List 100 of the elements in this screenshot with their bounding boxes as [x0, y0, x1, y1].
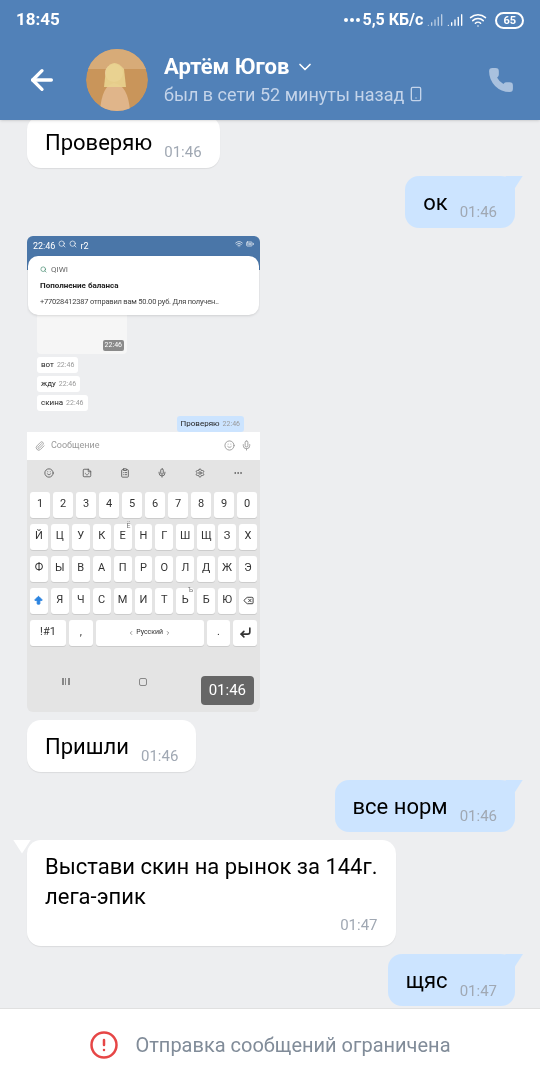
- keyboard-key[interactable]: Ч: [71, 587, 90, 614]
- wifi-icon: [469, 11, 488, 29]
- keyboard-key[interactable]: Ю: [218, 587, 237, 614]
- settings-icon[interactable]: [195, 467, 206, 478]
- keyboard-key[interactable]: У: [71, 523, 90, 550]
- keyboard-key[interactable]: Ц: [50, 523, 69, 550]
- inner-message-text: жду: [41, 377, 56, 390]
- keyboard-key[interactable]: 5: [122, 491, 142, 518]
- message-text: Проверяю: [45, 128, 153, 157]
- message-text: Пришли: [45, 732, 129, 761]
- keyboard-key[interactable]: М: [113, 587, 132, 614]
- keyboard-key[interactable]: Ш: [176, 523, 195, 550]
- message-text: все норм: [352, 792, 448, 821]
- search-icon: [69, 239, 78, 248]
- keyboard-key[interactable]: К: [92, 523, 111, 550]
- contact-name: Артём Югов: [164, 52, 290, 81]
- keyboard-key[interactable]: Ф: [30, 555, 48, 582]
- keyboard-key[interactable]: Э: [239, 555, 257, 582]
- keyboard-key[interactable]: 4: [99, 491, 119, 518]
- inner-message-text: Проверяю: [180, 417, 220, 430]
- keyboard-key[interactable]: З: [218, 523, 237, 550]
- backspace-icon: [242, 595, 254, 606]
- microphone-icon[interactable]: [157, 467, 168, 478]
- keyboard-key[interactable]: Ы: [50, 555, 69, 582]
- enter-icon: [238, 626, 252, 639]
- restriction-notice: Отправка сообщений ограничена: [135, 1031, 451, 1059]
- keyboard-key[interactable]: 8: [191, 491, 211, 518]
- keyboard-key[interactable]: Г: [155, 523, 174, 550]
- keyboard-key[interactable]: 0: [237, 491, 257, 518]
- keyboard-key[interactable]: 1: [30, 491, 50, 518]
- keyboard-key[interactable]: Б: [197, 587, 216, 614]
- signal-icon: [427, 12, 444, 28]
- keyboard-key[interactable]: Н: [134, 523, 153, 550]
- keyboard-key[interactable]: Т: [155, 587, 174, 614]
- battery-level: 65: [495, 11, 524, 29]
- caret-left-icon: [128, 629, 135, 636]
- keyboard-key[interactable]: 7: [168, 491, 188, 518]
- message-time: 01:46: [140, 746, 179, 767]
- recent-apps-icon[interactable]: [61, 678, 70, 685]
- keyboard-key[interactable]: .: [206, 619, 231, 646]
- emoji-icon: [224, 440, 235, 451]
- inner-status-label: r2: [80, 239, 89, 253]
- alert-icon: [89, 1029, 120, 1060]
- message-time: 01:46: [459, 202, 497, 223]
- keyboard-key[interactable]: Ж: [218, 555, 237, 582]
- enter-key[interactable]: [233, 619, 257, 646]
- keyboard-key[interactable]: А: [92, 555, 111, 582]
- home-icon[interactable]: [139, 677, 148, 686]
- keyboard-key[interactable]: Й: [30, 523, 48, 550]
- input-placeholder: Сообщение: [51, 438, 101, 452]
- notification-app: QIWI: [51, 263, 68, 276]
- sticker-icon[interactable]: [81, 467, 92, 478]
- clipboard-icon[interactable]: [119, 467, 130, 478]
- keyboard-key[interactable]: Х: [239, 523, 257, 550]
- image-time: 01:46: [200, 676, 254, 705]
- paperclip-icon: [35, 440, 45, 451]
- keyboard-key[interactable]: Щ: [197, 523, 216, 550]
- notification-title: Пополнение баланса: [40, 279, 120, 292]
- app-icon: [40, 266, 47, 273]
- wifi-icon: [235, 239, 243, 248]
- shift-key[interactable]: [30, 587, 48, 614]
- keyboard-key[interactable]: Д: [197, 555, 216, 582]
- battery-icon: [246, 239, 254, 248]
- keyboard-key[interactable]: Я: [50, 587, 69, 614]
- keyboard-key[interactable]: 3: [76, 491, 96, 518]
- inner-status-time: 22:46: [33, 239, 56, 253]
- inner-message-text: скина: [41, 396, 64, 409]
- last-seen-status: был в сети 52 минуты назад: [164, 82, 405, 107]
- message-text: Выстави скин на рынок за 144г. лега-эпик: [45, 852, 378, 911]
- emoji-icon[interactable]: [43, 467, 54, 478]
- search-icon: [58, 239, 67, 248]
- keyboard-key[interactable]: 6: [145, 491, 165, 518]
- keyboard-key[interactable]: Л: [176, 555, 195, 582]
- message-text: щяс: [405, 967, 448, 995]
- message-time: 01:47: [459, 980, 497, 1002]
- keyboard-key[interactable]: 9: [214, 491, 234, 518]
- screenshot-image[interactable]: [27, 235, 260, 712]
- keyboard-key[interactable]: В: [71, 555, 90, 582]
- keyboard-key[interactable]: И: [134, 587, 153, 614]
- shift-icon: [33, 595, 45, 606]
- signal-icon: [447, 12, 464, 28]
- message-text: ок: [423, 188, 448, 217]
- keyboard-key[interactable]: Р: [134, 555, 153, 582]
- message-time: 01:46: [459, 806, 497, 827]
- keyboard-key[interactable]: ,: [69, 619, 93, 646]
- keyboard-key[interactable]: 2: [53, 491, 73, 518]
- call-icon[interactable]: [488, 67, 514, 93]
- more-notifications-icon: [344, 18, 361, 22]
- inner-message-text: вот: [41, 358, 54, 371]
- caret-right-icon: [165, 629, 172, 636]
- avatar[interactable]: [86, 49, 148, 111]
- mode-key[interactable]: !#1: [30, 619, 66, 646]
- network-speed: 5,5 КБ/с: [362, 9, 424, 31]
- message-time: 01:47: [340, 914, 378, 936]
- keyboard-key[interactable]: П: [113, 555, 132, 582]
- microphone-icon: [241, 440, 252, 451]
- keyboard-key[interactable]: С: [92, 587, 111, 614]
- keyboard-key[interactable]: О: [155, 555, 174, 582]
- backspace-key[interactable]: [239, 587, 257, 614]
- message-time: 01:46: [164, 142, 202, 163]
